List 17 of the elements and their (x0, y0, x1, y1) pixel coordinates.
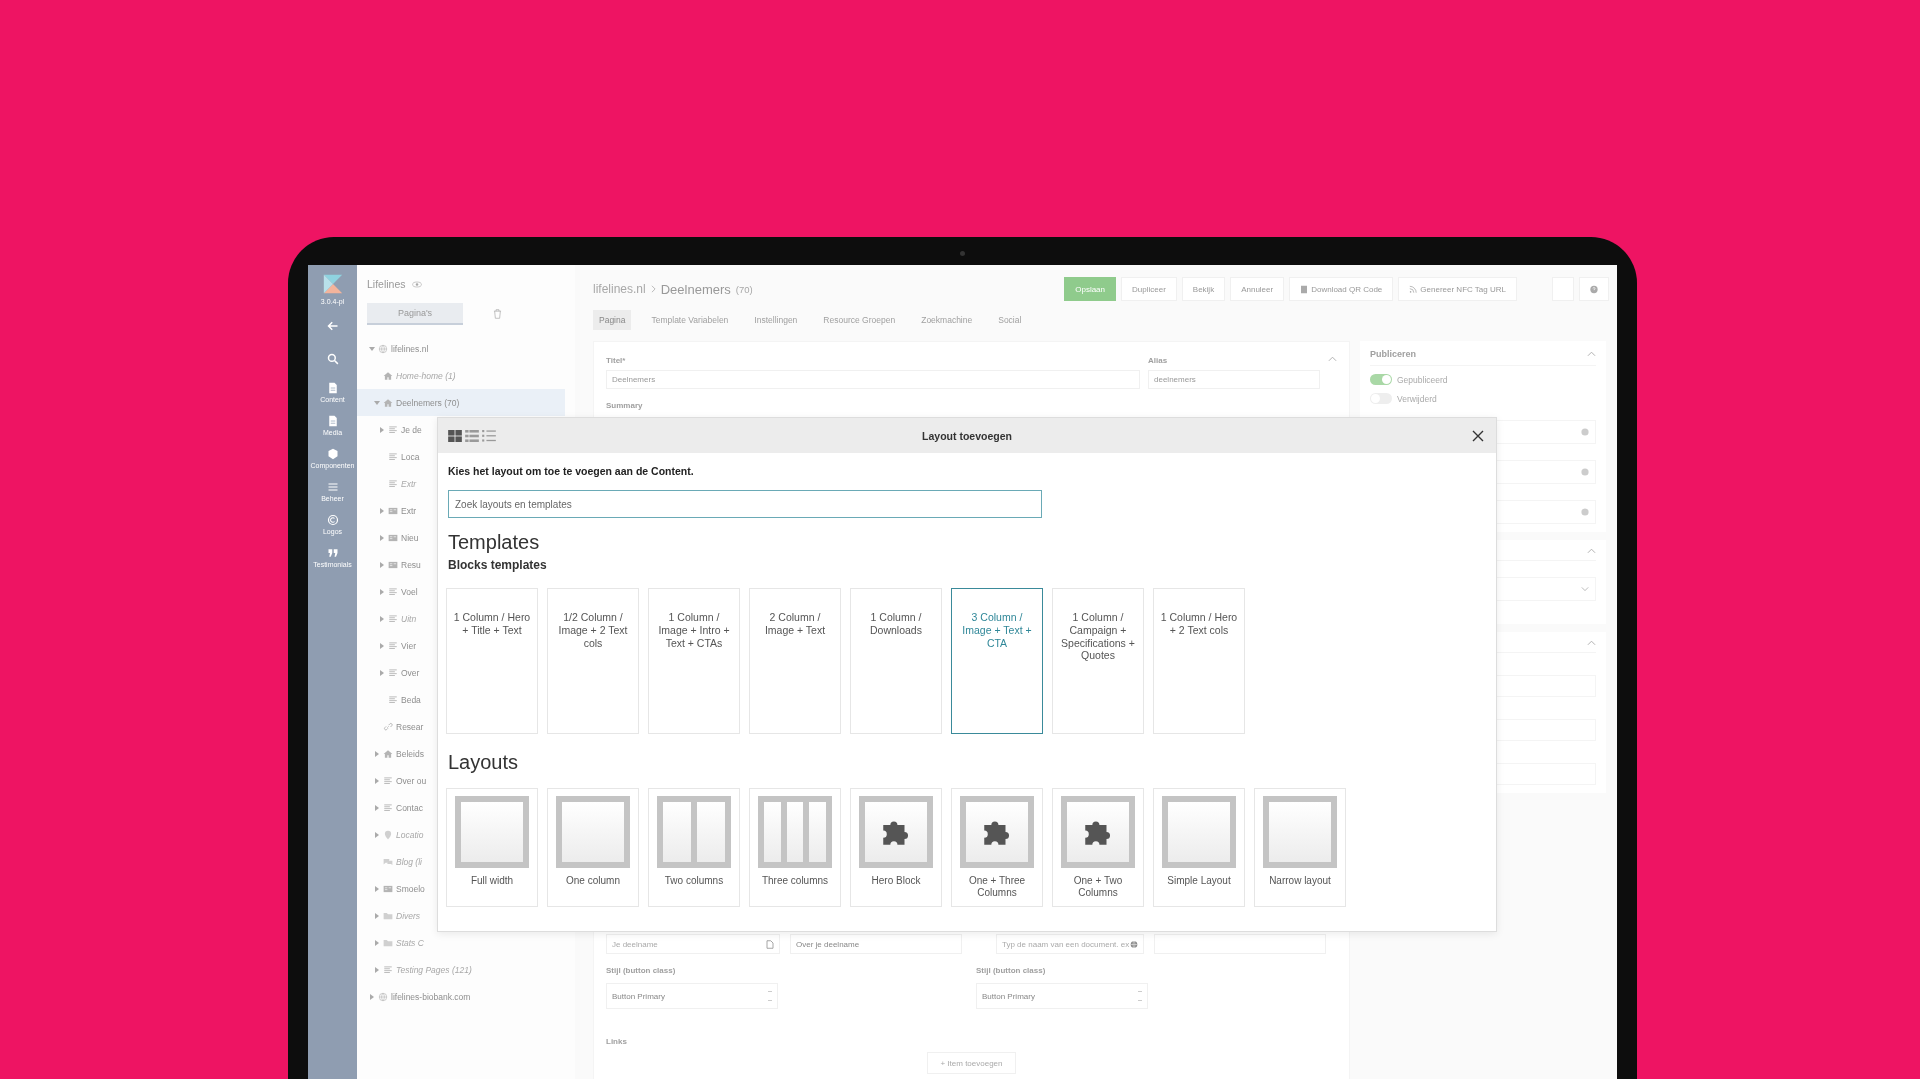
section-heading: Templates (448, 530, 541, 554)
dialog-instruction: Kies het layout om toe te voegen aan de Content. (448, 465, 695, 478)
section-heading: Layouts (448, 750, 520, 774)
section-title: Publiceren (1370, 349, 1416, 359)
field-label: Summary (606, 401, 644, 410)
field-label: Stijl (button class) (606, 966, 677, 975)
field-label: Stijl (button class) (976, 966, 1047, 975)
site-title: Lifelines (367, 278, 406, 290)
toggle-label: Gepubliceerd (1397, 374, 1448, 385)
section-label: Links (606, 1037, 628, 1046)
page-title: Deelnemers (660, 281, 731, 297)
section-subheading: Blocks templates (448, 558, 548, 572)
field-label: Alias (1148, 356, 1169, 365)
dialog-title: Layout toevoegen (922, 429, 1012, 442)
page-count: (70) (735, 283, 753, 295)
field-label: Titel* (606, 356, 627, 365)
toggle-label: Verwijderd (1397, 393, 1437, 404)
